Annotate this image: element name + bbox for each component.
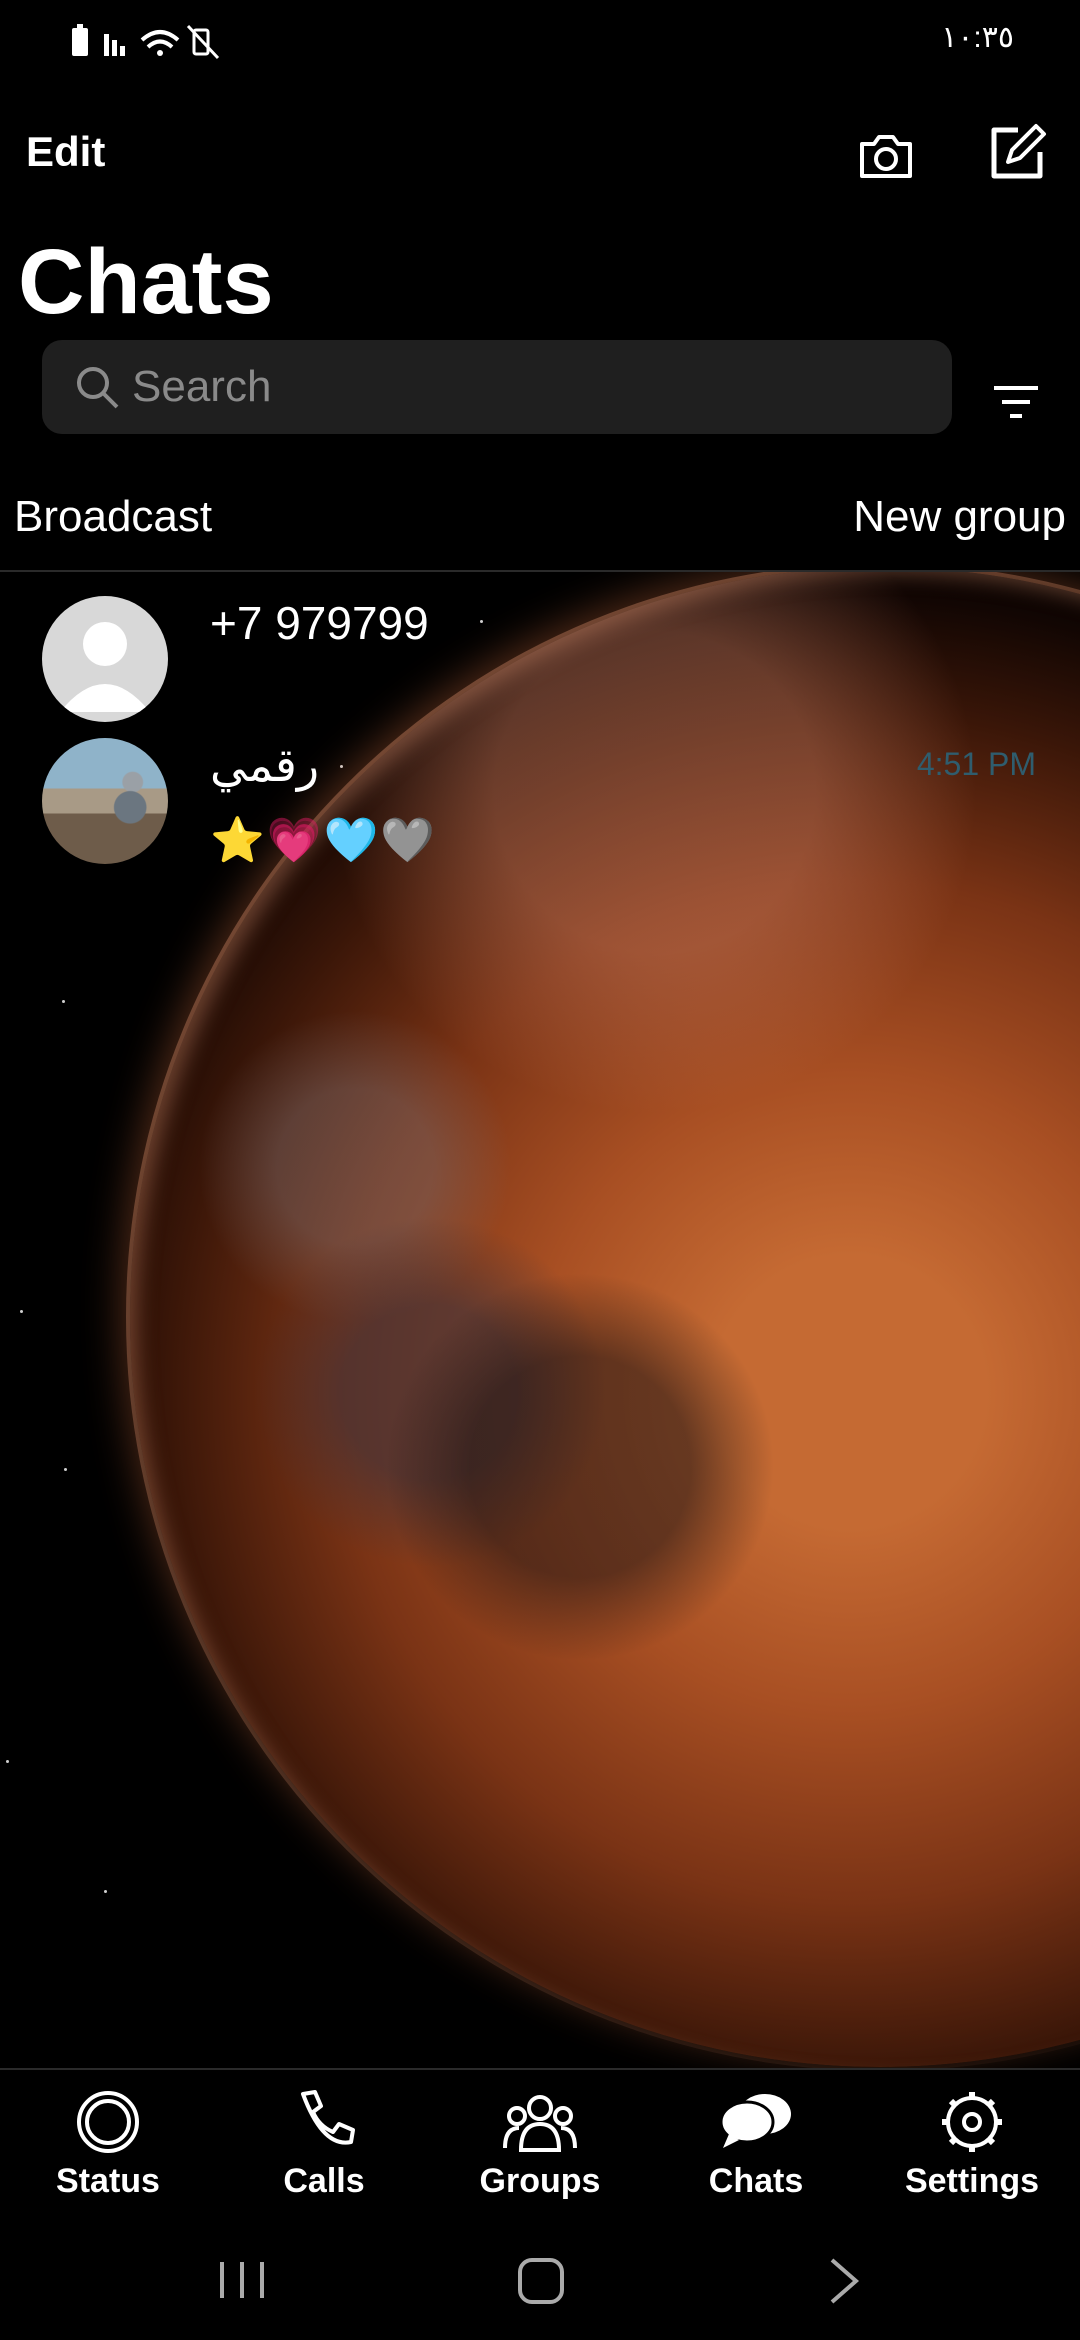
bottom-tab-bar: Status Calls Groups Chats Settings <box>0 2068 1080 2220</box>
status-bar-icons <box>70 20 240 72</box>
back-chevron-icon[interactable] <box>826 2256 862 2306</box>
compose-icon <box>991 124 1046 179</box>
chat-name: رقمي <box>210 739 320 791</box>
tab-label: Chats <box>708 2162 804 2200</box>
status-icon <box>77 2091 139 2153</box>
tab-settings[interactable]: Settings <box>872 2088 1072 2201</box>
tab-groups[interactable]: Groups <box>440 2088 640 2201</box>
chat-preview: ⭐💗🩵🩶 <box>210 816 438 865</box>
camera-icon <box>860 135 912 178</box>
avatar <box>42 738 168 864</box>
chat-name: +7 979799 <box>210 597 429 649</box>
chat-timestamp: 4:51 PM <box>916 746 1036 782</box>
tab-chats[interactable]: Chats <box>656 2088 856 2201</box>
default-avatar-icon <box>60 622 150 712</box>
chat-bubbles-icon <box>719 2094 791 2148</box>
recents-icon[interactable] <box>212 2258 272 2302</box>
broadcast-link[interactable]: Broadcast <box>14 492 212 542</box>
phone-icon <box>301 2090 355 2145</box>
status-clock: ١٠:٣٥ <box>941 21 1014 54</box>
gear-icon <box>942 2092 1002 2152</box>
divider <box>0 570 1080 572</box>
home-icon[interactable] <box>516 2256 566 2306</box>
avatar <box>42 596 168 722</box>
edit-button[interactable]: Edit <box>26 128 105 176</box>
filter-button[interactable] <box>990 380 1042 424</box>
page-title: Chats <box>18 231 274 333</box>
camera-button[interactable] <box>856 126 916 186</box>
tab-status[interactable]: Status <box>8 2088 208 2201</box>
tab-label: Settings <box>904 2162 1040 2200</box>
search-bar[interactable] <box>42 340 952 434</box>
groups-icon <box>503 2095 577 2152</box>
chat-row[interactable]: +7 979799 <box>0 596 1080 736</box>
filter-icon <box>994 386 1038 418</box>
new-group-link[interactable]: New group <box>853 492 1066 542</box>
tab-calls[interactable]: Calls <box>224 2088 424 2201</box>
compose-button[interactable] <box>984 122 1048 186</box>
chat-row[interactable]: رقمي 4:51 PM ⭐💗🩵🩶 <box>0 738 1080 878</box>
search-input[interactable] <box>130 354 914 420</box>
status-icons-group <box>72 24 220 60</box>
tab-label: Status <box>56 2162 160 2200</box>
tab-label: Groups <box>479 2162 601 2200</box>
search-icon <box>77 367 119 409</box>
system-nav-bar <box>0 2220 1080 2340</box>
tab-label: Calls <box>283 2162 365 2200</box>
